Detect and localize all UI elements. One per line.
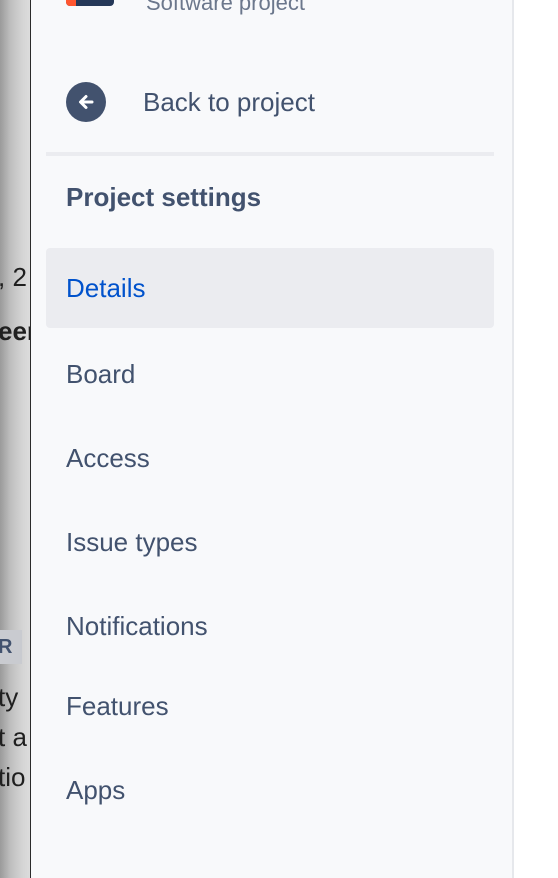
background-page: , 2 eer R ty t a tio [0,0,30,878]
divider [46,152,494,156]
project-sidebar: Software project Back to project Project… [31,0,512,878]
background-text-fragment: t a [0,722,27,752]
background-text-fragment: ty [0,682,19,712]
sidebar-item-notifications[interactable]: Notifications [46,586,494,666]
arrow-left-circle-icon [66,82,106,122]
project-type-label: Software project [146,0,305,15]
main-area [514,0,558,878]
background-text-fragment: eer [0,316,30,346]
sidebar-item-access[interactable]: Access [46,418,494,498]
sidebar-item-issue-types[interactable]: Issue types [46,502,494,582]
sidebar-item-details[interactable]: Details [46,248,494,328]
sidebar-item-features[interactable]: Features [46,666,494,746]
back-to-project-label: Back to project [143,86,315,117]
background-text-fragment: , 2 [0,262,27,292]
background-badge: R [0,630,22,664]
back-to-project-button[interactable]: Back to project [66,78,315,126]
project-avatar-icon [66,0,114,6]
sidebar-item-board[interactable]: Board [46,334,494,414]
section-title: Project settings [66,182,262,212]
background-text-fragment: tio [0,762,26,792]
sidebar-item-apps[interactable]: Apps [46,750,494,830]
